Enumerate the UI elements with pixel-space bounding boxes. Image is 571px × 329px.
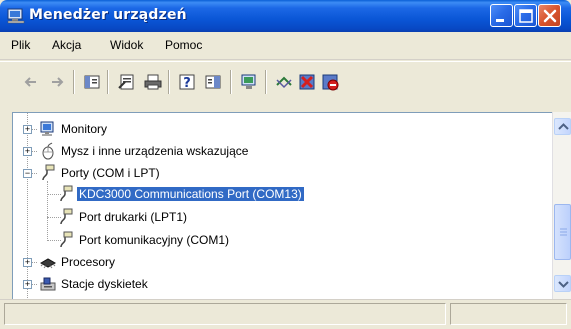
- toolbar-separator: [230, 70, 232, 94]
- toolbar-separator: [107, 70, 109, 94]
- properties-icon[interactable]: [117, 72, 137, 92]
- expand-mice[interactable]: +: [23, 147, 32, 156]
- chevron-down-icon: [558, 281, 569, 288]
- scroll-up-button[interactable]: [554, 118, 571, 135]
- menu-plik[interactable]: Plik: [11, 38, 30, 52]
- port-icon: [42, 164, 55, 181]
- status-panel-secondary: [450, 303, 567, 325]
- tree-item-label: Mysz i inne urządzenia wskazujące: [61, 144, 249, 158]
- tree-item-mice[interactable]: + Mysz i inne urządzenia wskazujące: [13, 141, 553, 161]
- maximize-button[interactable]: [514, 4, 537, 27]
- menu-pomoc[interactable]: Pomoc: [165, 38, 202, 52]
- monitor-icon: [40, 121, 54, 136]
- vertical-scrollbar[interactable]: [552, 112, 571, 299]
- processor-icon: [39, 258, 57, 269]
- computer-icon: [7, 8, 25, 24]
- expand-processors[interactable]: +: [23, 258, 32, 267]
- scan-hardware-icon[interactable]: [240, 72, 260, 92]
- back-arrow-icon[interactable]: [21, 72, 41, 92]
- maximize-icon: [519, 9, 533, 23]
- status-panel-main: [4, 303, 446, 325]
- port-icon: [60, 231, 73, 248]
- toolbar-separator: [168, 70, 170, 94]
- tree-item-label: Porty (COM i LPT): [61, 166, 160, 180]
- update-driver-icon[interactable]: [274, 72, 294, 92]
- scroll-thumb[interactable]: [554, 204, 571, 260]
- tree-item-monitors[interactable]: + Monitory: [13, 119, 553, 139]
- show-hide-icon[interactable]: [203, 72, 223, 92]
- minimize-button[interactable]: [490, 4, 513, 27]
- menu-widok[interactable]: Widok: [110, 38, 143, 52]
- uninstall-icon[interactable]: [297, 72, 317, 92]
- device-tree[interactable]: + Monitory + Mysz i inne urządzenia wska…: [12, 112, 571, 299]
- tree-item-com-port[interactable]: Port komunikacyjny (COM1): [13, 230, 553, 250]
- close-button[interactable]: [538, 4, 561, 27]
- tree-item-label: Port komunikacyjny (COM1): [79, 233, 230, 247]
- menu-bar: Plik Akcja Widok Pomoc: [0, 32, 571, 60]
- floppy-icon: [40, 277, 56, 291]
- device-manager-window: Menedżer urządzeń Plik Akcja Widok Pomoc: [0, 0, 571, 329]
- print-icon[interactable]: [143, 72, 163, 92]
- minimize-icon: [496, 19, 504, 22]
- toolbar-separator: [73, 70, 75, 94]
- svg-text:?: ?: [183, 76, 191, 91]
- help-icon[interactable]: ?: [177, 72, 197, 92]
- tree-item-ports[interactable]: − Porty (COM i LPT): [13, 163, 553, 183]
- menu-akcja[interactable]: Akcja: [52, 38, 81, 52]
- tree-item-label: KDC3000 Communications Port (COM13): [77, 187, 304, 201]
- tree-item-processors[interactable]: + Procesory: [13, 252, 553, 272]
- tree-item-kdc3000-port[interactable]: KDC3000 Communications Port (COM13): [13, 184, 553, 204]
- expand-floppy-drives[interactable]: +: [23, 280, 32, 289]
- tree-item-printer-port[interactable]: Port drukarki (LPT1): [13, 207, 553, 227]
- toolbar: ?: [0, 61, 571, 101]
- toolbar-separator: [265, 70, 267, 94]
- title-bar[interactable]: Menedżer urządzeń: [0, 0, 571, 32]
- grip-icon: [560, 228, 567, 236]
- mouse-icon: [42, 142, 54, 160]
- port-icon: [60, 208, 73, 225]
- close-icon: [543, 9, 557, 23]
- tree-item-label: Port drukarki (LPT1): [79, 210, 188, 224]
- tree-item-label: Procesory: [61, 255, 116, 269]
- tree-item-label: Monitory: [61, 122, 108, 136]
- chevron-up-icon: [558, 123, 569, 130]
- tree-item-label: Stacje dyskietek: [61, 277, 148, 291]
- status-bar: [0, 299, 571, 329]
- collapse-ports[interactable]: −: [23, 169, 32, 178]
- expand-monitors[interactable]: +: [23, 125, 32, 134]
- port-icon: [60, 185, 73, 202]
- scroll-down-button[interactable]: [554, 275, 571, 292]
- console-tree-icon[interactable]: [82, 72, 102, 92]
- tree-item-floppy-drives[interactable]: + Stacje dyskietek: [13, 274, 553, 294]
- disable-icon[interactable]: [320, 72, 340, 92]
- forward-arrow-icon[interactable]: [47, 72, 67, 92]
- window-title: Menedżer urządzeń: [29, 7, 187, 23]
